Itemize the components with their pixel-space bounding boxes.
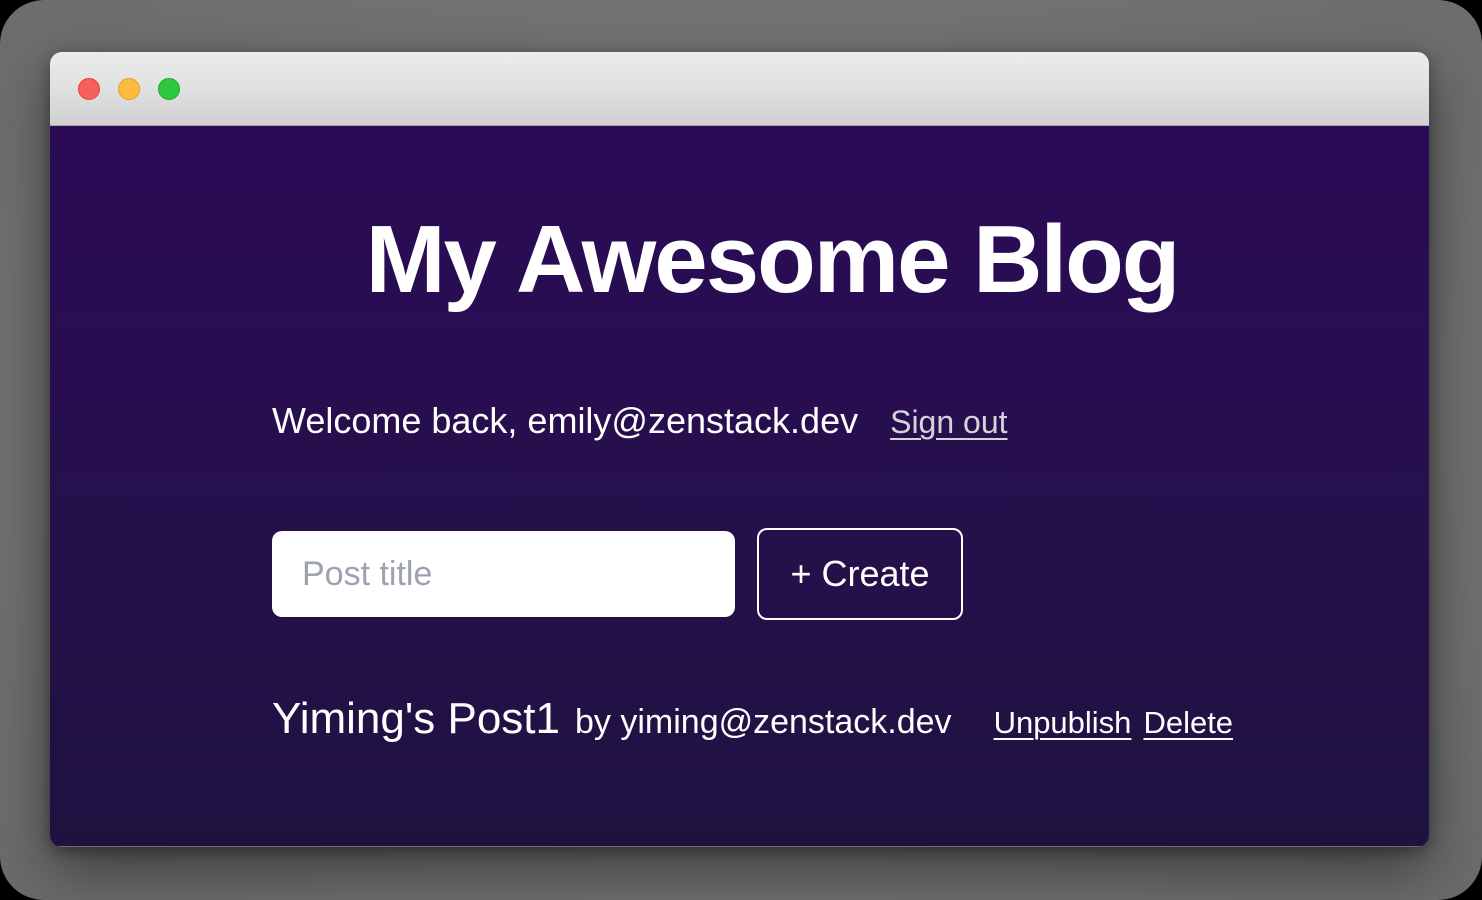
- welcome-text: Welcome back, emily@zenstack.dev: [272, 399, 858, 442]
- app-window: My Awesome Blog Welcome back, emily@zens…: [50, 52, 1429, 847]
- post-author: by yiming@zenstack.dev: [575, 703, 952, 742]
- app-content: My Awesome Blog Welcome back, emily@zens…: [50, 126, 1429, 846]
- main-container: My Awesome Blog Welcome back, emily@zens…: [272, 126, 1272, 746]
- post-title-input[interactable]: [272, 531, 735, 617]
- delete-link[interactable]: Delete: [1143, 705, 1233, 741]
- create-post-button[interactable]: + Create: [757, 528, 963, 620]
- post-title: Yiming's Post1: [272, 693, 560, 746]
- create-post-form: + Create: [272, 528, 1272, 620]
- minimize-window-button[interactable]: [118, 78, 140, 100]
- post-list-item: Yiming's Post1 by yiming@zenstack.dev Un…: [272, 693, 1272, 746]
- page-title: My Awesome Blog: [272, 202, 1272, 317]
- sign-out-link[interactable]: Sign out: [890, 403, 1007, 441]
- unpublish-link[interactable]: Unpublish: [994, 705, 1132, 741]
- desktop-background: My Awesome Blog Welcome back, emily@zens…: [0, 0, 1482, 900]
- user-bar: Welcome back, emily@zenstack.dev Sign ou…: [272, 399, 1272, 442]
- screenshot-root: { "window": { "titlebar": { "close_butto…: [0, 0, 1482, 900]
- zoom-window-button[interactable]: [158, 78, 180, 100]
- close-window-button[interactable]: [78, 78, 100, 100]
- window-titlebar: [50, 52, 1429, 126]
- traffic-lights: [78, 78, 180, 100]
